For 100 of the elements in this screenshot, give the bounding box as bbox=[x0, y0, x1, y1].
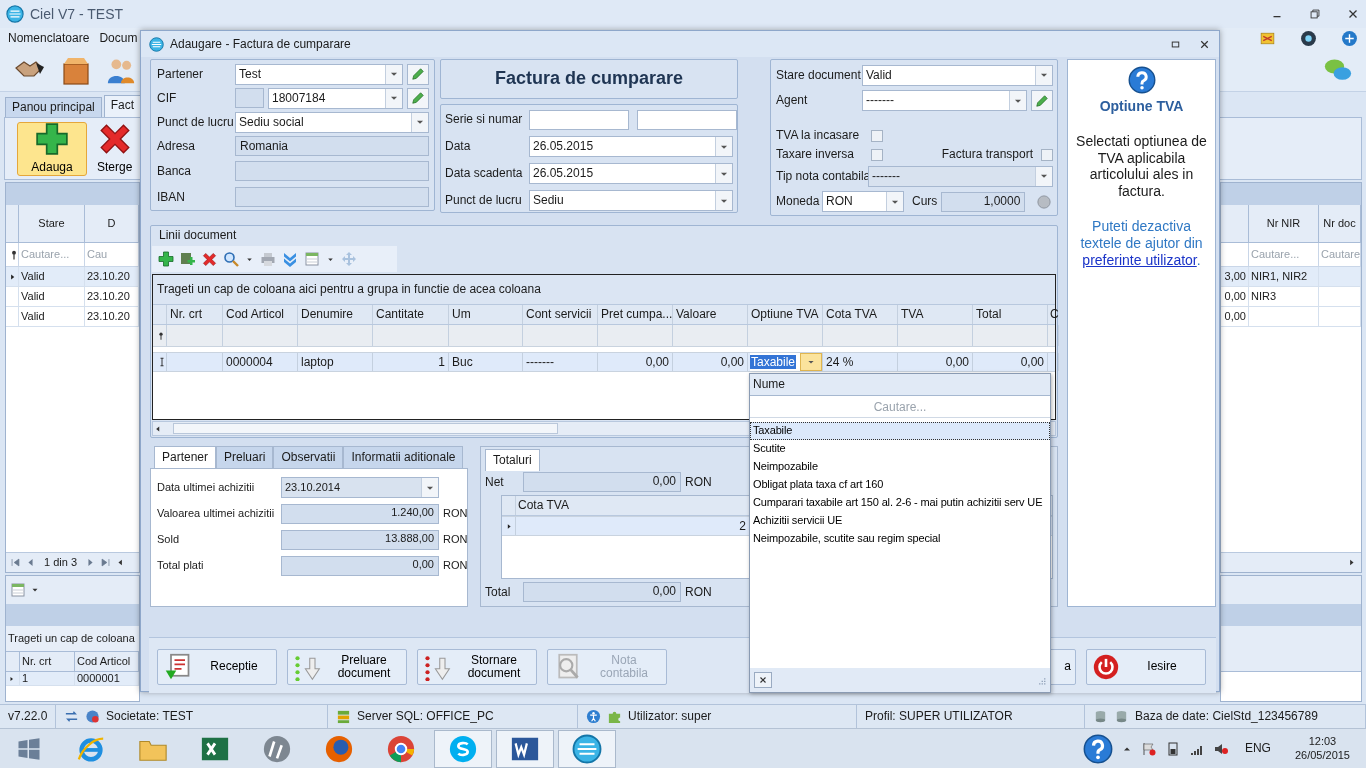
table-row[interactable]: Valid 23.10.20 bbox=[6, 307, 139, 327]
clock-time[interactable]: 12:03 bbox=[1308, 735, 1337, 749]
checkbox[interactable] bbox=[871, 129, 883, 142]
combo-box[interactable]: ------- bbox=[862, 90, 1027, 111]
tab[interactable]: Fact bbox=[103, 95, 142, 117]
column-header[interactable]: Nr. crt bbox=[22, 654, 52, 669]
combo-box[interactable]: 18007184 bbox=[268, 87, 403, 109]
table-row[interactable]: 0,00 NIR3 bbox=[1221, 287, 1361, 307]
combo-box[interactable]: 23.10.2014 bbox=[281, 477, 439, 498]
database-icon bbox=[1114, 709, 1129, 724]
combo-box[interactable]: Valid bbox=[862, 64, 1053, 86]
info-icon[interactable] bbox=[1300, 29, 1317, 47]
last-page-icon[interactable] bbox=[100, 557, 112, 568]
action-button[interactable]: Stornare document bbox=[417, 649, 537, 685]
combo-box[interactable]: 26.05.2015 bbox=[529, 163, 733, 184]
dropdown-option[interactable]: Neimpozabile bbox=[750, 458, 1050, 476]
column-header[interactable]: D bbox=[107, 216, 116, 231]
help-icon[interactable] bbox=[1082, 733, 1113, 764]
dropdown-option[interactable]: Cumparari taxabile art 150 al. 2-6 - mai putin achizitii serv UE bbox=[750, 494, 1050, 512]
tab[interactable]: Panou principal bbox=[5, 97, 102, 117]
clock-date[interactable]: 26/05/2015 bbox=[1294, 748, 1350, 762]
combo-box[interactable]: Sediu social bbox=[235, 111, 429, 133]
tab[interactable]: Observatii bbox=[273, 446, 344, 468]
table-row[interactable]: 0,00 bbox=[1221, 307, 1361, 327]
table-row[interactable]: 1 0000001 bbox=[6, 672, 139, 686]
cell-editor[interactable]: Taxabile bbox=[750, 353, 822, 371]
flag-icon[interactable] bbox=[1140, 740, 1157, 757]
column-header[interactable]: Pret cumpa... bbox=[601, 307, 672, 322]
dialog-title: Adaugare - Factura de cumparare bbox=[170, 36, 351, 52]
resize-grip-icon[interactable] bbox=[1036, 675, 1046, 685]
menu-item[interactable]: Docum bbox=[99, 30, 138, 46]
combo-box[interactable]: Test bbox=[235, 63, 403, 85]
combo-box[interactable]: 26.05.2015 bbox=[529, 136, 733, 157]
checkbox[interactable] bbox=[871, 148, 883, 161]
column-header[interactable]: Cod Articol bbox=[226, 307, 285, 322]
add-row-icon[interactable] bbox=[180, 251, 196, 267]
edit-button[interactable] bbox=[407, 87, 429, 109]
combo-box[interactable]: RON bbox=[822, 191, 904, 212]
column-header[interactable]: Stare bbox=[38, 216, 65, 231]
combo-box[interactable]: Sediu bbox=[529, 190, 733, 211]
column-header[interactable]: Optiune TVA bbox=[751, 307, 819, 322]
edit-button[interactable] bbox=[1031, 90, 1053, 111]
restore-icon[interactable] bbox=[1308, 7, 1322, 21]
column-header[interactable]: Cod Articol bbox=[77, 654, 131, 669]
column-header[interactable]: Cota TVA bbox=[826, 307, 877, 322]
tab[interactable]: Preluari bbox=[216, 446, 274, 468]
text-field[interactable] bbox=[529, 109, 629, 130]
taskbar-button[interactable] bbox=[496, 729, 554, 768]
status-text: Server SQL: OFFICE_PC bbox=[357, 709, 494, 724]
search-field[interactable]: Cautare... bbox=[750, 396, 1050, 418]
column-header[interactable]: Denumire bbox=[301, 307, 354, 322]
delete-icon[interactable] bbox=[202, 251, 217, 267]
first-page-icon[interactable] bbox=[10, 557, 21, 568]
coin-icon[interactable] bbox=[1037, 194, 1052, 209]
edit-button[interactable] bbox=[407, 63, 429, 85]
column-header[interactable]: Nr NIR bbox=[1266, 216, 1301, 231]
table-row[interactable]: Valid 23.10.20 bbox=[6, 287, 139, 307]
dropdown-option[interactable]: Neimpozabile, scutite sau regim special bbox=[750, 530, 1050, 548]
search-icon[interactable] bbox=[223, 251, 239, 267]
column-header[interactable]: Cont servicii bbox=[526, 307, 592, 322]
action-button[interactable]: Receptie bbox=[157, 649, 277, 685]
close-button[interactable] bbox=[754, 672, 772, 688]
currency-label: RON bbox=[443, 532, 468, 547]
column-header[interactable]: Valoare bbox=[676, 307, 717, 322]
previous-page-icon[interactable] bbox=[25, 557, 36, 568]
add-button[interactable]: Adauga bbox=[17, 121, 87, 176]
taskbar-button[interactable] bbox=[558, 729, 616, 768]
dropdown-option[interactable]: Taxabile bbox=[750, 422, 1050, 440]
dropdown-option[interactable]: Scutite bbox=[750, 440, 1050, 458]
expand-icon[interactable] bbox=[282, 251, 298, 267]
delete-button[interactable]: Sterge bbox=[93, 121, 137, 176]
field-label: Adresa bbox=[157, 138, 197, 154]
dropdown-option[interactable]: Obligat plata taxa cf art 160 bbox=[750, 476, 1050, 494]
menu-item[interactable]: Nomenclatoare bbox=[8, 30, 90, 46]
tab[interactable]: Partener bbox=[154, 446, 217, 468]
preferences-link[interactable]: preferinte utilizator bbox=[1082, 251, 1197, 268]
help-text: Selectati optiunea de TVA aplicabila articolului ales in factura. bbox=[1075, 132, 1208, 200]
column-header[interactable]: Total bbox=[976, 307, 1002, 322]
dropdown-option[interactable]: Achizitii servicii UE bbox=[750, 512, 1050, 530]
layout-icon[interactable] bbox=[304, 251, 320, 267]
printer-icon[interactable] bbox=[260, 251, 276, 267]
language-indicator[interactable]: ENG bbox=[1244, 741, 1271, 756]
column-header[interactable]: Nr. crt bbox=[170, 307, 202, 322]
text-field[interactable] bbox=[637, 109, 737, 130]
action-button[interactable]: Iesire bbox=[1086, 649, 1206, 685]
column-header[interactable]: Cota TVA bbox=[518, 498, 569, 513]
column-header[interactable]: Nr doc bbox=[1323, 216, 1356, 231]
table-row[interactable]: 3,00 NIR1, NIR2 bbox=[1221, 267, 1361, 287]
table-row[interactable]: Valid 23.10.20 bbox=[6, 267, 139, 287]
column-header[interactable]: Um bbox=[452, 307, 471, 322]
prefix-field[interactable] bbox=[235, 88, 264, 108]
action-button[interactable]: Preluare document bbox=[287, 649, 407, 685]
tab[interactable]: Informatii aditionale bbox=[343, 446, 464, 468]
column-header[interactable]: Nume bbox=[753, 377, 785, 392]
tab[interactable]: Totaluri bbox=[485, 449, 540, 471]
add-icon[interactable] bbox=[158, 251, 174, 267]
web-icon[interactable] bbox=[1341, 29, 1358, 47]
checkbox[interactable] bbox=[1041, 148, 1053, 161]
column-header[interactable]: Cantitate bbox=[376, 307, 425, 322]
column-header[interactable]: TVA bbox=[901, 307, 924, 322]
